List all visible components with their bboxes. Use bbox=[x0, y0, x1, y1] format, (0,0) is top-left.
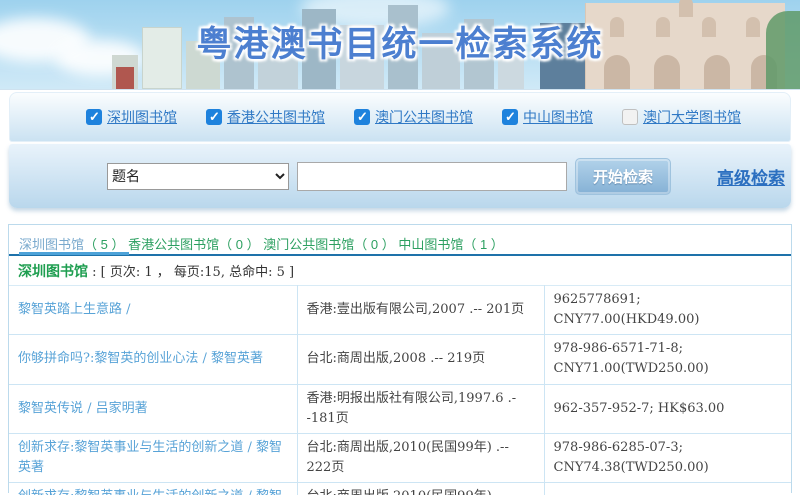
isbn-price-cell: 9625778691; CNY77.00(HKD49.00) bbox=[544, 286, 791, 335]
library-option-zhongshan[interactable]: 中山图书馆 bbox=[502, 107, 593, 127]
library-link[interactable]: 中山图书馆 bbox=[523, 107, 593, 127]
library-link[interactable]: 澳门公共图书馆 bbox=[375, 107, 473, 127]
library-link[interactable]: 香港公共图书馆 bbox=[227, 107, 325, 127]
book-title-link[interactable]: 创新求存:黎智英事业与生活的创新之道 / 黎智英著 bbox=[18, 440, 282, 475]
search-submit-button[interactable]: 开始检索 bbox=[575, 158, 671, 195]
checkbox-macau-public[interactable] bbox=[354, 109, 370, 125]
isbn-price-cell: 978-986-6285-07-3; CNY74.38(TWD250.00) bbox=[544, 433, 791, 482]
checkbox-hongkong[interactable] bbox=[206, 109, 222, 125]
isbn-price-cell: 978-986-6571-71-8; CNY71.00(TWD250.00) bbox=[544, 335, 791, 384]
table-row: 黎智英踏上生意路 / 香港:壹出版有限公司,2007 .-- 201页 9625… bbox=[9, 286, 791, 335]
checkbox-shenzhen[interactable] bbox=[86, 109, 102, 125]
search-input[interactable] bbox=[297, 162, 567, 191]
table-row: 黎智英传说 / 吕家明著 香港:明报出版社有限公司,1997.6 .--181页… bbox=[9, 384, 791, 433]
publication-cell: 台北:商周出版,2010(民国99年) .-- 222页 bbox=[297, 433, 544, 482]
tab-macau-library[interactable]: 澳门公共图书馆（ 0 ） bbox=[263, 237, 394, 252]
library-link[interactable]: 深圳图书馆 bbox=[107, 107, 177, 127]
library-filter-bar: 深圳图书馆 香港公共图书馆 澳门公共图书馆 中山图书馆 澳门大学图书馆 bbox=[9, 92, 791, 142]
summary-paging-info: : [ 页次: 1 ， 每页:15, 总命中: 5 ] bbox=[88, 265, 294, 280]
publication-cell: 台北:商周出版,2010(民国99年) .-- 222页 bbox=[297, 483, 544, 495]
table-row: 创新求存:黎智英事业与生活的创新之道 / 黎智英著 台北:商周出版,2010(民… bbox=[9, 483, 791, 495]
library-option-hongkong[interactable]: 香港公共图书馆 bbox=[206, 107, 325, 127]
results-panel: 深圳图书馆（ 5 ） 香港公共图书馆（ 0 ） 澳门公共图书馆（ 0 ） 中山图… bbox=[8, 224, 792, 493]
building-graphic bbox=[116, 67, 134, 89]
library-option-shenzhen[interactable]: 深圳图书馆 bbox=[86, 107, 177, 127]
publication-cell: 台北:商周出版,2008 .-- 219页 bbox=[297, 335, 544, 384]
advanced-search-link[interactable]: 高级检索 bbox=[717, 164, 785, 189]
publication-cell: 香港:壹出版有限公司,2007 .-- 201页 bbox=[297, 286, 544, 335]
tab-hongkong-library[interactable]: 香港公共图书馆（ 0 ） bbox=[128, 237, 259, 252]
page-title: 粤港澳书目统一检索系统 bbox=[0, 16, 800, 67]
library-option-macau-public[interactable]: 澳门公共图书馆 bbox=[354, 107, 473, 127]
results-table: 黎智英踏上生意路 / 香港:壹出版有限公司,2007 .-- 201页 9625… bbox=[9, 285, 791, 495]
library-link[interactable]: 澳门大学图书馆 bbox=[643, 107, 741, 127]
book-title-link[interactable]: 你够拼命吗?:黎智英的创业心法 / 黎智英著 bbox=[18, 351, 263, 366]
page-header: 粤港澳书目统一检索系统 bbox=[0, 0, 800, 90]
result-summary: 深圳图书馆 : [ 页次: 1 ， 每页:15, 总命中: 5 ] bbox=[9, 256, 791, 285]
checkbox-zhongshan[interactable] bbox=[502, 109, 518, 125]
results-tabs: 深圳图书馆（ 5 ） 香港公共图书馆（ 0 ） 澳门公共图书馆（ 0 ） 中山图… bbox=[9, 225, 791, 254]
table-row: 你够拼命吗?:黎智英的创业心法 / 黎智英著 台北:商周出版,2008 .-- … bbox=[9, 335, 791, 384]
book-title-link[interactable]: 黎智英传说 / 吕家明著 bbox=[18, 401, 148, 416]
summary-library-name: 深圳图书馆 bbox=[18, 264, 88, 280]
active-tab-underline bbox=[19, 252, 129, 255]
table-row: 创新求存:黎智英事业与生活的创新之道 / 黎智英著 台北:商周出版,2010(民… bbox=[9, 433, 791, 482]
tab-zhongshan-library[interactable]: 中山图书馆（ 1 ） bbox=[398, 237, 503, 252]
isbn-price-cell: 978-986-6285-07-3; CNY95.00 bbox=[544, 483, 791, 495]
tab-shenzhen-library[interactable]: 深圳图书馆（ 5 ） bbox=[19, 237, 124, 252]
library-option-macau-university[interactable]: 澳门大学图书馆 bbox=[622, 107, 741, 127]
isbn-price-cell: 962-357-952-7; HK$63.00 bbox=[544, 384, 791, 433]
book-title-link[interactable]: 黎智英踏上生意路 / bbox=[18, 302, 131, 317]
checkbox-macau-university[interactable] bbox=[622, 109, 638, 125]
book-title-link[interactable]: 创新求存:黎智英事业与生活的创新之道 / 黎智英著 bbox=[18, 489, 282, 495]
search-field-select[interactable]: 题名 bbox=[107, 163, 289, 190]
search-bar: 题名 开始检索 高级检索 bbox=[9, 144, 791, 208]
publication-cell: 香港:明报出版社有限公司,1997.6 .--181页 bbox=[297, 384, 544, 433]
